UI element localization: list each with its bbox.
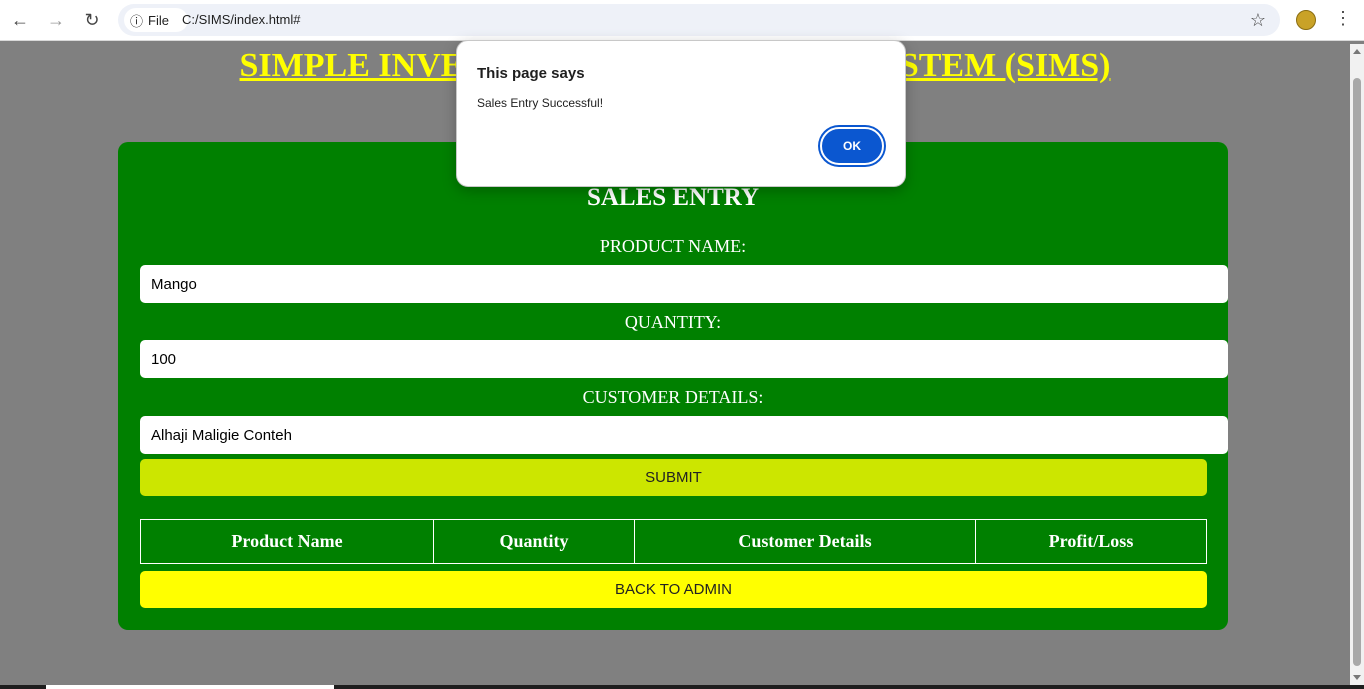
form-title: SALES ENTRY <box>586 184 760 211</box>
submit-button[interactable]: SUBMIT <box>140 459 1207 496</box>
table-header-row: Product Name Quantity Customer Details P… <box>140 519 1207 564</box>
header-quantity: Quantity <box>433 519 635 564</box>
header-product-name: Product Name <box>140 519 434 564</box>
forward-arrow-icon[interactable]: → <box>44 8 68 32</box>
alert-dialog: This page says Sales Entry Successful! O… <box>456 40 906 187</box>
scroll-thumb[interactable] <box>1353 78 1361 666</box>
site-info-chip[interactable]: ⓘ File <box>124 8 188 32</box>
sales-entry-panel: SALES ENTRY PRODUCT NAME: QUANTITY: CUST… <box>118 142 1228 630</box>
quantity-input[interactable] <box>140 340 1228 378</box>
address-bar[interactable]: ⓘ File C:/SIMS/index.html# ☆ <box>118 4 1280 36</box>
profile-avatar[interactable] <box>1296 10 1316 30</box>
scroll-up-arrow-icon[interactable] <box>1353 49 1361 54</box>
quantity-label: QUANTITY: <box>624 312 722 332</box>
customer-details-label: CUSTOMER DETAILS: <box>582 387 764 407</box>
ok-button[interactable]: OK <box>820 127 884 165</box>
bookmark-star-icon[interactable]: ☆ <box>1250 10 1266 31</box>
vertical-scrollbar[interactable] <box>1350 44 1364 685</box>
info-icon: ⓘ <box>130 13 144 29</box>
product-name-label: PRODUCT NAME: <box>599 236 747 256</box>
header-profit-loss: Profit/Loss <box>975 519 1207 564</box>
reload-icon[interactable]: ↻ <box>80 8 104 32</box>
scroll-down-arrow-icon[interactable] <box>1353 675 1361 680</box>
taskbar-active-segment <box>46 685 334 689</box>
dialog-message: Sales Entry Successful! <box>477 96 604 110</box>
browser-toolbar: ← → ↻ ⓘ File C:/SIMS/index.html# ☆ ⋮ <box>0 0 1364 41</box>
taskbar-strip <box>0 685 1364 689</box>
url-text[interactable]: C:/SIMS/index.html# <box>182 12 301 27</box>
browser-menu-icon[interactable]: ⋮ <box>1334 8 1352 29</box>
customer-details-input[interactable] <box>140 416 1228 454</box>
product-name-input[interactable] <box>140 265 1228 303</box>
sales-table: Product Name Quantity Customer Details P… <box>140 519 1207 564</box>
back-arrow-icon[interactable]: ← <box>8 8 32 32</box>
site-info-label: File <box>148 12 169 28</box>
back-to-admin-button[interactable]: BACK TO ADMIN <box>140 571 1207 608</box>
dialog-title: This page says <box>477 65 585 82</box>
header-customer-details: Customer Details <box>634 519 976 564</box>
